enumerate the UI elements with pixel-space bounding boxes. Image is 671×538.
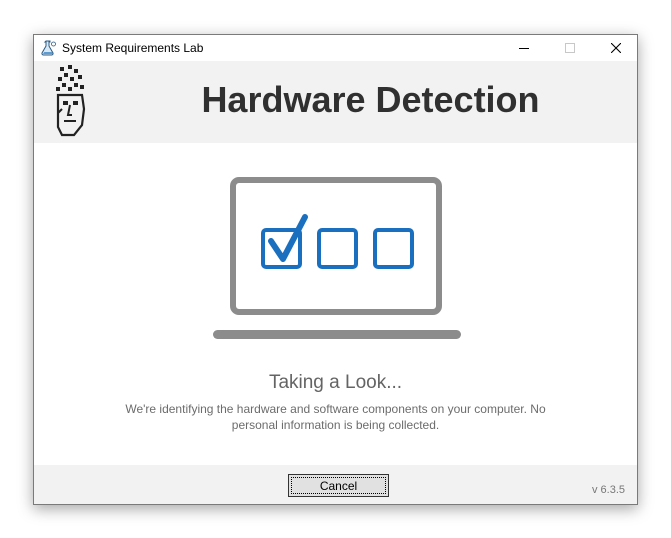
cancel-button[interactable]: Cancel: [288, 474, 389, 497]
page-title: Hardware Detection: [201, 79, 540, 120]
main-content: Taking a Look... We're identifying the h…: [34, 143, 637, 465]
laptop-base: [213, 330, 461, 339]
window-title: System Requirements Lab: [62, 41, 204, 55]
close-icon: [611, 43, 621, 53]
version-label: v 6.3.5: [591, 484, 625, 496]
footer-bar: Cancel v 6.3.5: [34, 465, 637, 504]
status-description: We're identifying the hardware and softw…: [125, 402, 546, 432]
header-banner: Hardware Detection: [34, 61, 637, 143]
status-title: Taking a Look...: [268, 372, 403, 393]
minimize-icon: [519, 48, 529, 49]
minimize-button[interactable]: [501, 35, 547, 61]
app-window: System Requirements Lab Hardware Detecti…: [33, 34, 638, 505]
laptop-checklist-icon: [213, 177, 461, 339]
maximize-button[interactable]: [547, 35, 593, 61]
title-bar[interactable]: System Requirements Lab: [34, 35, 637, 61]
close-button[interactable]: [593, 35, 637, 61]
flask-icon: [41, 40, 56, 56]
maximize-icon: [565, 43, 575, 53]
